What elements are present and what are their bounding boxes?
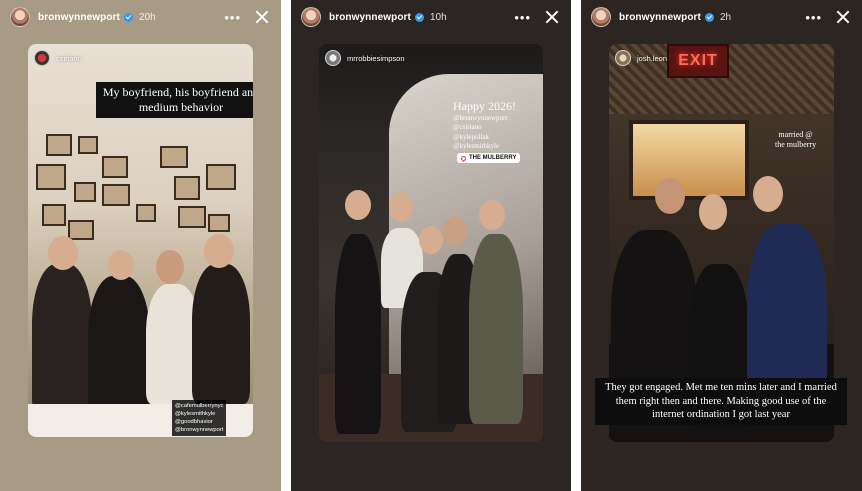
repost-author[interactable]: mrrobbiesimpson bbox=[325, 50, 405, 66]
repost-username: mrrobbiesimpson bbox=[347, 53, 405, 63]
lit-doorway bbox=[629, 120, 749, 200]
person-head bbox=[479, 200, 505, 230]
person-head bbox=[108, 250, 134, 280]
person-head bbox=[389, 192, 413, 222]
story-panel-1[interactable]: bronwynnewport 20h ••• csiriano My boyfr… bbox=[0, 0, 281, 491]
close-icon[interactable] bbox=[545, 10, 559, 24]
repost-username: csiriano bbox=[56, 53, 82, 63]
story-timestamp: 10h bbox=[429, 11, 447, 23]
mention-tag[interactable]: @goodbhavior bbox=[175, 418, 223, 426]
author-username[interactable]: bronwynnewport bbox=[329, 12, 411, 23]
person-figure bbox=[192, 264, 250, 404]
wall-frame bbox=[74, 182, 96, 202]
mention-tag[interactable]: @bronwynnewport bbox=[453, 114, 516, 123]
story-header: bronwynnewport 10h ••• bbox=[291, 0, 571, 34]
story-header: bronwynnewport 20h ••• bbox=[0, 0, 281, 34]
author-username[interactable]: bronwynnewport bbox=[619, 12, 701, 23]
wall-frame bbox=[174, 176, 200, 200]
wall-frame bbox=[208, 214, 230, 232]
location-pin-icon bbox=[459, 154, 468, 162]
person-head bbox=[419, 226, 443, 254]
location-label: THE MULBERRY bbox=[469, 155, 517, 161]
caption-text: My boyfriend, his boyfriend and medium b… bbox=[102, 85, 253, 114]
close-icon[interactable] bbox=[255, 10, 269, 24]
wall-frame bbox=[102, 184, 130, 206]
person-head bbox=[753, 176, 783, 212]
mention-tag[interactable]: @kylesmithkyle bbox=[175, 410, 223, 418]
repost-author[interactable]: csiriano bbox=[34, 50, 82, 66]
location-sticker[interactable]: THE MULBERRY bbox=[457, 153, 521, 163]
author-avatar[interactable] bbox=[10, 7, 30, 27]
person-figure bbox=[335, 234, 381, 434]
person-head bbox=[655, 178, 685, 214]
story-text-overlay: Happy 2026! @bronwynnewport @csiriano @k… bbox=[453, 99, 516, 152]
exit-sign: EXIT bbox=[667, 44, 729, 78]
mention-tag[interactable]: @kylepollak bbox=[453, 133, 516, 142]
mention-tag[interactable]: @cafemulberrynyc bbox=[175, 402, 223, 410]
more-options-icon[interactable]: ••• bbox=[224, 11, 241, 24]
caption-text: They got engaged. Met me ten mins later … bbox=[605, 382, 837, 421]
story-caption: They got engaged. Met me ten mins later … bbox=[595, 378, 847, 425]
story-timestamp: 20h bbox=[138, 11, 156, 23]
more-options-icon[interactable]: ••• bbox=[514, 11, 531, 24]
mention-tag[interactable]: @bronwynnewport bbox=[175, 426, 223, 434]
person-figure bbox=[32, 264, 92, 414]
story-header: bronwynnewport 2h ••• bbox=[581, 0, 862, 34]
author-avatar[interactable] bbox=[301, 7, 321, 27]
person-head bbox=[699, 194, 727, 230]
reposted-story-card: csiriano My boyfriend, his boyfriend and… bbox=[28, 44, 253, 437]
repost-author[interactable]: josh.leon bbox=[615, 50, 667, 66]
person-head bbox=[48, 236, 78, 270]
person-head bbox=[345, 190, 371, 220]
close-icon[interactable] bbox=[836, 10, 850, 24]
more-options-icon[interactable]: ••• bbox=[805, 11, 822, 24]
mention-tags[interactable]: @cafemulberrynyc @kylesmithkyle @goodbha… bbox=[172, 400, 227, 437]
story-caption: My boyfriend, his boyfriend and medium b… bbox=[96, 82, 253, 118]
wall-frame bbox=[136, 204, 156, 222]
person-head bbox=[156, 250, 184, 284]
person-head bbox=[204, 234, 234, 268]
author-username[interactable]: bronwynnewport bbox=[38, 12, 120, 23]
reposted-story-card: mrrobbiesimpson Happy 2026! @bronwynnewp… bbox=[319, 44, 543, 442]
verified-badge-icon bbox=[704, 12, 714, 22]
repost-avatar bbox=[615, 50, 631, 66]
wall-frame bbox=[160, 146, 188, 168]
mention-tag[interactable]: @kylesmithkyle bbox=[453, 142, 516, 151]
verified-badge-icon bbox=[123, 12, 133, 22]
wall-frame bbox=[78, 136, 98, 154]
repost-username: josh.leon bbox=[637, 53, 668, 63]
story-panel-2[interactable]: bronwynnewport 10h ••• mrrobbiesimpson H… bbox=[291, 0, 571, 491]
wall-frame bbox=[206, 164, 236, 190]
wall-frame bbox=[68, 220, 94, 240]
wall-frame bbox=[102, 156, 128, 178]
person-head bbox=[443, 216, 467, 246]
story-title: Happy 2026! bbox=[453, 99, 516, 113]
repost-avatar bbox=[325, 50, 341, 66]
wall-frame bbox=[46, 134, 72, 156]
wall-frame bbox=[178, 206, 206, 228]
mention-tag[interactable]: @csiriano bbox=[453, 123, 516, 132]
author-avatar[interactable] bbox=[591, 7, 611, 27]
wall-frame bbox=[42, 204, 66, 226]
exit-sign-text: EXIT bbox=[678, 52, 718, 69]
note-text: married @ the mulberry bbox=[775, 130, 817, 150]
verified-badge-icon bbox=[414, 12, 424, 22]
person-figure bbox=[469, 234, 523, 424]
story-timestamp: 2h bbox=[719, 11, 732, 23]
wall-frame bbox=[36, 164, 66, 190]
story-text-overlay: married @ the mulberry bbox=[775, 130, 816, 151]
story-panel-3[interactable]: bronwynnewport 2h ••• EXIT josh.leon mar… bbox=[581, 0, 862, 491]
repost-avatar bbox=[34, 50, 50, 66]
